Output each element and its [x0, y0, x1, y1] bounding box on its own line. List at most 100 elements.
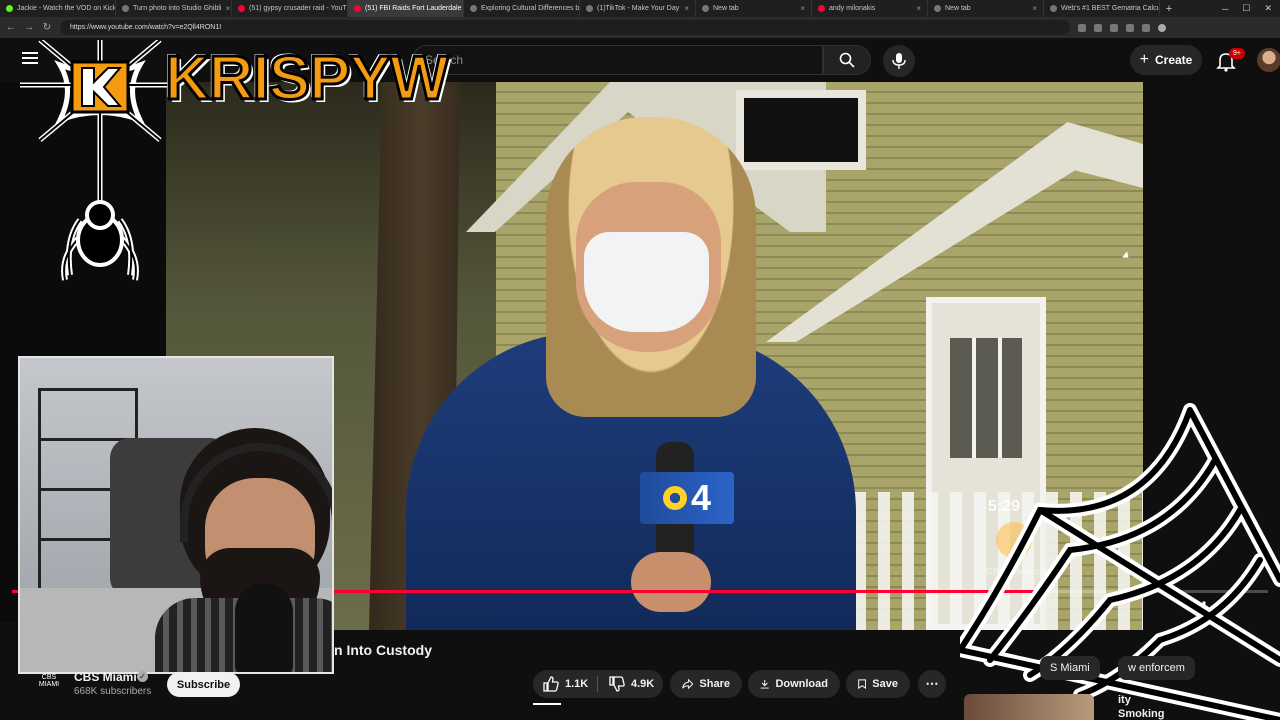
more-actions-button[interactable]: ⋯: [918, 670, 946, 698]
browser-tab[interactable]: (51) FBI Raids Fort Lauderdale H×: [348, 0, 464, 17]
browser-tab-title: Web's #1 BEST Gematria Calcul: [1061, 5, 1160, 12]
search-icon: [839, 52, 855, 68]
maximize-icon[interactable]: ☐: [1242, 3, 1250, 14]
like-underline: [533, 703, 561, 705]
browser-tab[interactable]: Jackie - Watch the VOD on Kick×: [0, 0, 116, 17]
filter-chip[interactable]: w enforcem: [1118, 656, 1195, 680]
video-reporter-mask: [584, 232, 709, 332]
account-avatar[interactable]: [1257, 48, 1280, 72]
minimize-icon[interactable]: ─: [1222, 4, 1228, 14]
tab-favicon-icon: [586, 5, 593, 12]
tab-favicon-icon: [6, 5, 13, 12]
filter-chip[interactable]: S Miami: [1040, 656, 1100, 680]
browser-tab-title: Jackie - Watch the VOD on Kick: [17, 5, 116, 12]
share-icon: [682, 678, 694, 690]
browser-tab-title: andy milonakis: [829, 5, 876, 12]
browser-tab-strip: Jackie - Watch the VOD on Kick×Turn phot…: [0, 0, 1280, 17]
browser-tab-title: New tab: [713, 5, 739, 12]
verified-badge-icon: ✓: [137, 671, 148, 682]
download-icon: [760, 679, 769, 689]
like-dislike-group: 1.1K 4.9K: [533, 670, 663, 698]
extension-icon[interactable]: [1110, 23, 1118, 32]
download-button[interactable]: Download: [748, 670, 840, 698]
url-field[interactable]: https://www.youtube.com/watch?v=e2Qll4RO…: [60, 20, 1070, 35]
close-tab-icon[interactable]: ×: [684, 4, 689, 13]
cbs4-mic-flag: 4: [640, 472, 734, 524]
like-button[interactable]: 1.1K: [543, 670, 588, 698]
channel-name[interactable]: CBS Miami: [74, 670, 137, 684]
close-tab-icon[interactable]: ×: [1032, 4, 1037, 13]
microphone-icon: [892, 53, 906, 69]
share-button[interactable]: Share: [670, 670, 742, 698]
browser-tab-title: (51) FBI Raids Fort Lauderdale H: [365, 5, 464, 12]
browser-tab-title: (1)TikTok - Make Your Day: [597, 5, 680, 12]
tab-favicon-icon: [934, 5, 941, 12]
extension-icon[interactable]: [1142, 23, 1150, 32]
tab-favicon-icon: [1050, 5, 1057, 12]
download-label: Download: [775, 678, 828, 690]
like-count: 1.1K: [565, 678, 589, 690]
browser-tab[interactable]: Web's #1 BEST Gematria Calcul×: [1044, 0, 1160, 17]
address-bar: ← → ↻ https://www.youtube.com/watch?v=e2…: [0, 17, 1280, 38]
save-button[interactable]: Save: [846, 670, 910, 698]
video-title: n Into Custody: [334, 642, 432, 658]
profile-icon[interactable]: [1158, 23, 1166, 32]
subscriber-count: 668K subscribers: [74, 686, 152, 697]
browser-tab-title: (51) gypsy crusader raid - YouT: [249, 5, 347, 12]
extension-icon[interactable]: [1126, 23, 1134, 32]
save-label: Save: [872, 678, 898, 690]
bookmark-icon: [858, 679, 867, 690]
thumbs-up-icon: [543, 676, 559, 692]
browser-tab[interactable]: Exploring Cultural Differences b×: [464, 0, 580, 17]
browser-tab[interactable]: New tab ×: [928, 0, 1044, 17]
subscribe-button[interactable]: Subscribe: [167, 672, 240, 697]
dislike-button[interactable]: 4.9K: [609, 670, 654, 698]
close-tab-icon[interactable]: ×: [916, 4, 921, 13]
dislike-count: 4.9K: [631, 678, 655, 690]
recommended-title[interactable]: ity: [1118, 694, 1131, 706]
tab-favicon-icon: [238, 5, 245, 12]
browser-tab[interactable]: andy milonakis ×: [812, 0, 928, 17]
video-window: [736, 90, 866, 170]
extension-icon[interactable]: [1078, 23, 1086, 32]
browser-tab[interactable]: Turn photo into Studio Ghibli ×: [116, 0, 232, 17]
tab-favicon-icon: [818, 5, 825, 12]
tab-favicon-icon: [702, 5, 709, 12]
extension-icon[interactable]: [1094, 23, 1102, 32]
close-window-icon[interactable]: ✕: [1264, 3, 1272, 14]
browser-tab-title: Turn photo into Studio Ghibli: [133, 5, 222, 12]
forward-icon[interactable]: →: [24, 22, 34, 33]
streamer-webcam: [18, 356, 334, 674]
tab-favicon-icon: [122, 5, 129, 12]
like-separator: [597, 676, 598, 692]
plus-icon: +: [1139, 51, 1149, 68]
video-reporter-hand: [631, 552, 711, 612]
window-controls: ─ ☐ ✕: [1222, 0, 1280, 17]
back-icon[interactable]: ←: [6, 22, 16, 33]
cbs-eye-icon: [662, 486, 687, 510]
krispyw-brand-text: KRISPYW: [163, 44, 449, 113]
browser-tab-title: Exploring Cultural Differences b: [481, 5, 580, 12]
close-tab-icon[interactable]: ×: [225, 4, 230, 13]
browser-tab[interactable]: New tab ×: [696, 0, 812, 17]
voice-search-button[interactable]: [883, 45, 915, 77]
search-input[interactable]: Search: [412, 45, 823, 75]
browser-tab-title: New tab: [945, 5, 971, 12]
browser-tab[interactable]: (1)TikTok - Make Your Day ×: [580, 0, 696, 17]
search-button[interactable]: [823, 45, 871, 75]
cbs4-flag-number: 4: [690, 477, 712, 518]
create-label: Create: [1154, 53, 1193, 67]
new-tab-button[interactable]: +: [1160, 3, 1178, 15]
reload-icon[interactable]: ↻: [42, 22, 52, 33]
create-button[interactable]: + Create: [1130, 45, 1202, 75]
recommended-thumbnail[interactable]: [964, 694, 1094, 720]
share-label: Share: [699, 678, 730, 690]
channel-logo[interactable]: CBS MIAMI: [36, 674, 62, 694]
notification-badge: 9+: [1229, 48, 1245, 59]
browser-tab[interactable]: (51) gypsy crusader raid - YouT×: [232, 0, 348, 17]
close-tab-icon[interactable]: ×: [800, 4, 805, 13]
thumbs-down-icon: [609, 676, 625, 692]
tab-favicon-icon: [470, 5, 477, 12]
tab-favicon-icon: [354, 5, 361, 12]
recommended-title[interactable]: Smoking: [1118, 708, 1164, 720]
